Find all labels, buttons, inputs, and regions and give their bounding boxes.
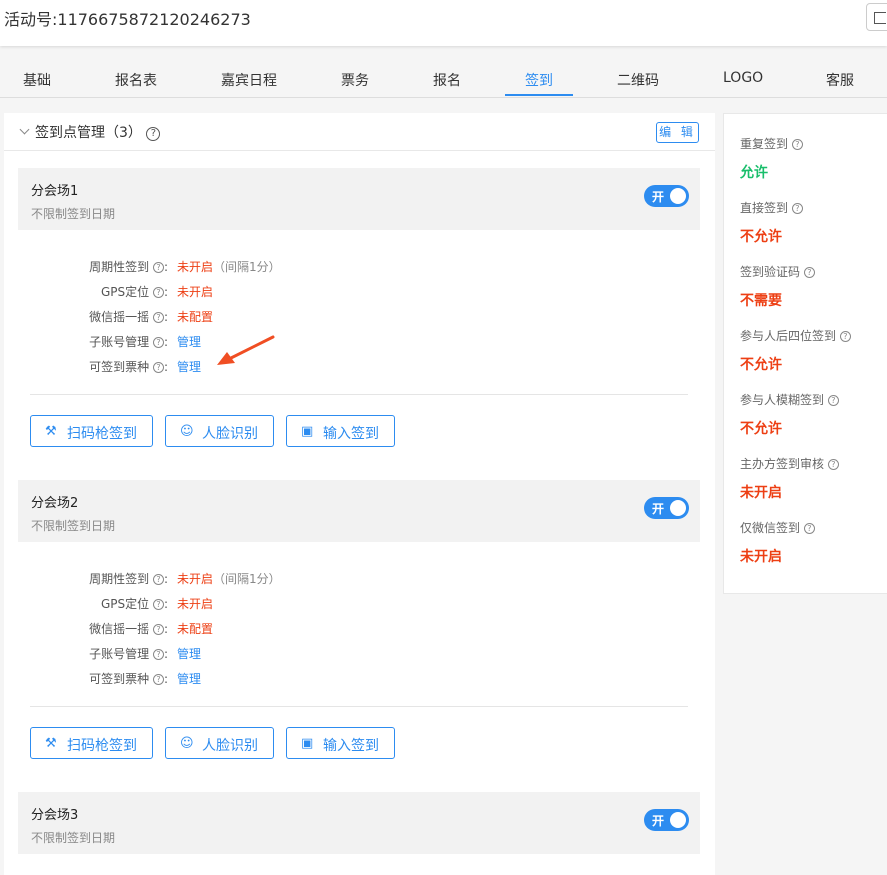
face-icon: ☺ <box>180 736 194 751</box>
divider <box>30 394 688 395</box>
help-icon[interactable]: ? <box>827 395 839 406</box>
calendar-check-icon: ▣ <box>301 736 314 751</box>
setting-row: 微信摇一摇 ?: 未配置 <box>89 622 214 636</box>
venue-date-rule: 不限制签到日期 <box>31 207 116 221</box>
sub-account-manage-link[interactable]: 管理 <box>177 645 201 662</box>
tab-registration-form[interactable]: 报名表 <box>115 70 157 90</box>
help-icon[interactable]: ? <box>152 599 164 610</box>
toggle-knob <box>670 500 686 516</box>
help-icon[interactable]: ? <box>827 459 839 470</box>
sub-account-manage-link[interactable]: 管理 <box>177 333 201 350</box>
venue-toggle[interactable]: 开 <box>644 185 689 207</box>
face-recognition-button[interactable]: ☺ 人脸识别 <box>165 727 274 759</box>
setting-direct-checkin: 直接签到 ? 不允许 <box>740 199 803 246</box>
window-icon <box>874 12 886 24</box>
setting-value: 不允许 <box>740 229 782 245</box>
venue-name: 分会场1 <box>31 184 79 199</box>
tab-customer-service[interactable]: 客服 <box>826 70 854 90</box>
help-icon[interactable]: ? <box>152 287 164 298</box>
setting-value: 不允许 <box>740 357 782 373</box>
help-icon[interactable]: ? <box>152 674 164 685</box>
help-icon[interactable]: ? <box>152 649 164 660</box>
setting-verification-code: 签到验证码 ? 不需要 <box>740 263 815 310</box>
face-recognition-button[interactable]: ☺ 人脸识别 <box>165 415 274 447</box>
help-icon[interactable]: ? <box>152 262 164 273</box>
activity-id: 活动号:1176675872120246273 <box>4 10 251 29</box>
setting-value: 不允许 <box>740 421 782 437</box>
tab-logo[interactable]: LOGO <box>723 70 763 86</box>
venue-name: 分会场3 <box>31 808 79 823</box>
setting-row: 子账号管理 ?: 管理 <box>89 645 202 662</box>
toggle-knob <box>670 812 686 828</box>
venue-date-rule: 不限制签到日期 <box>31 519 116 533</box>
scan-gun-checkin-button[interactable]: ⚒ 扫码枪签到 <box>30 727 153 759</box>
help-icon[interactable]: ? <box>803 523 815 534</box>
help-icon[interactable]: ? <box>803 267 815 278</box>
tab-guest-schedule[interactable]: 嘉宾日程 <box>221 70 277 90</box>
help-icon[interactable]: ? <box>839 331 851 342</box>
tab-ticketing[interactable]: 票务 <box>341 70 369 90</box>
setting-row: 微信摇一摇 ?: 未配置 <box>89 310 214 324</box>
venue-toggle[interactable]: 开 <box>644 497 689 519</box>
top-right-button[interactable] <box>866 3 887 31</box>
setting-row: GPS定位 ?: 未开启 <box>100 597 214 611</box>
hammer-icon: ⚒ <box>45 736 57 751</box>
divider <box>30 706 688 707</box>
venue-toggle[interactable]: 开 <box>644 809 689 831</box>
tab-registration[interactable]: 报名 <box>433 70 461 90</box>
setting-row: 可签到票种 ?: 管理 <box>89 670 202 687</box>
venue-name: 分会场2 <box>31 496 79 511</box>
tab-bar: 基础 报名表 嘉宾日程 票务 报名 签到 二维码 LOGO 客服 <box>0 62 887 98</box>
calendar-check-icon: ▣ <box>301 424 314 439</box>
tab-checkin[interactable]: 签到 <box>525 70 553 90</box>
input-checkin-button[interactable]: ▣ 输入签到 <box>286 415 395 447</box>
help-icon[interactable]: ? <box>791 139 803 150</box>
setting-fuzzy-checkin: 参与人模糊签到 ? 不允许 <box>740 391 839 438</box>
panel-title: 签到点管理（3） <box>35 125 142 141</box>
toggle-knob <box>670 188 686 204</box>
help-icon[interactable]: ? <box>152 574 164 585</box>
venue-header: 分会场1 不限制签到日期 开 <box>18 168 700 230</box>
ticket-type-manage-link[interactable]: 管理 <box>177 670 201 687</box>
edit-button[interactable]: 编 辑 <box>656 122 699 143</box>
venue-date-rule: 不限制签到日期 <box>31 831 116 845</box>
help-icon[interactable]: ? <box>146 127 161 141</box>
help-icon[interactable]: ? <box>152 337 164 348</box>
hammer-icon: ⚒ <box>45 424 57 439</box>
scan-gun-checkin-button[interactable]: ⚒ 扫码枪签到 <box>30 415 153 447</box>
setting-row: 周期性签到 ?: 未开启（间隔1分） <box>89 572 281 586</box>
help-icon[interactable]: ? <box>152 362 164 373</box>
chevron-down-icon[interactable] <box>19 124 30 135</box>
checkin-point-panel: 签到点管理（3） ? 编 辑 分会场1 不限制签到日期 开 周期性签到 ?: 未… <box>4 113 715 875</box>
help-icon[interactable]: ? <box>791 203 803 214</box>
venue-header: 分会场3 不限制签到日期 开 <box>18 792 700 854</box>
tab-basic[interactable]: 基础 <box>23 70 51 90</box>
setting-row: 周期性签到 ?: 未开启（间隔1分） <box>89 260 281 274</box>
top-bar: 活动号:1176675872120246273 <box>0 0 887 46</box>
venue-header: 分会场2 不限制签到日期 开 <box>18 480 700 542</box>
setting-last-four-checkin: 参与人后四位签到 ? 不允许 <box>740 327 851 374</box>
setting-value: 不需要 <box>740 293 782 309</box>
tab-qrcode[interactable]: 二维码 <box>617 70 659 90</box>
ticket-type-manage-link[interactable]: 管理 <box>177 358 201 375</box>
help-icon[interactable]: ? <box>152 312 164 323</box>
setting-value: 未开启 <box>740 485 782 501</box>
annotation-arrow-icon <box>217 335 275 365</box>
setting-repeat-checkin: 重复签到 ? 允许 <box>740 135 803 182</box>
setting-row: 子账号管理 ?: 管理 <box>89 333 202 350</box>
input-checkin-button[interactable]: ▣ 输入签到 <box>286 727 395 759</box>
setting-value: 允许 <box>740 165 768 181</box>
active-tab-indicator <box>505 94 573 96</box>
setting-organizer-review: 主办方签到审核 ? 未开启 <box>740 455 839 502</box>
face-icon: ☺ <box>180 424 194 439</box>
setting-row: 可签到票种 ?: 管理 <box>89 358 202 375</box>
setting-value: 未开启 <box>740 549 782 565</box>
setting-row: GPS定位 ?: 未开启 <box>100 285 214 299</box>
help-icon[interactable]: ? <box>152 624 164 635</box>
panel-header: 签到点管理（3） ? 编 辑 <box>4 113 715 151</box>
checkin-settings-sidebar: 重复签到 ? 允许 直接签到 ? 不允许 签到验证码 ? 不需要 参与人后四位签… <box>723 113 887 594</box>
setting-wechat-only: 仅微信签到 ? 未开启 <box>740 519 815 566</box>
